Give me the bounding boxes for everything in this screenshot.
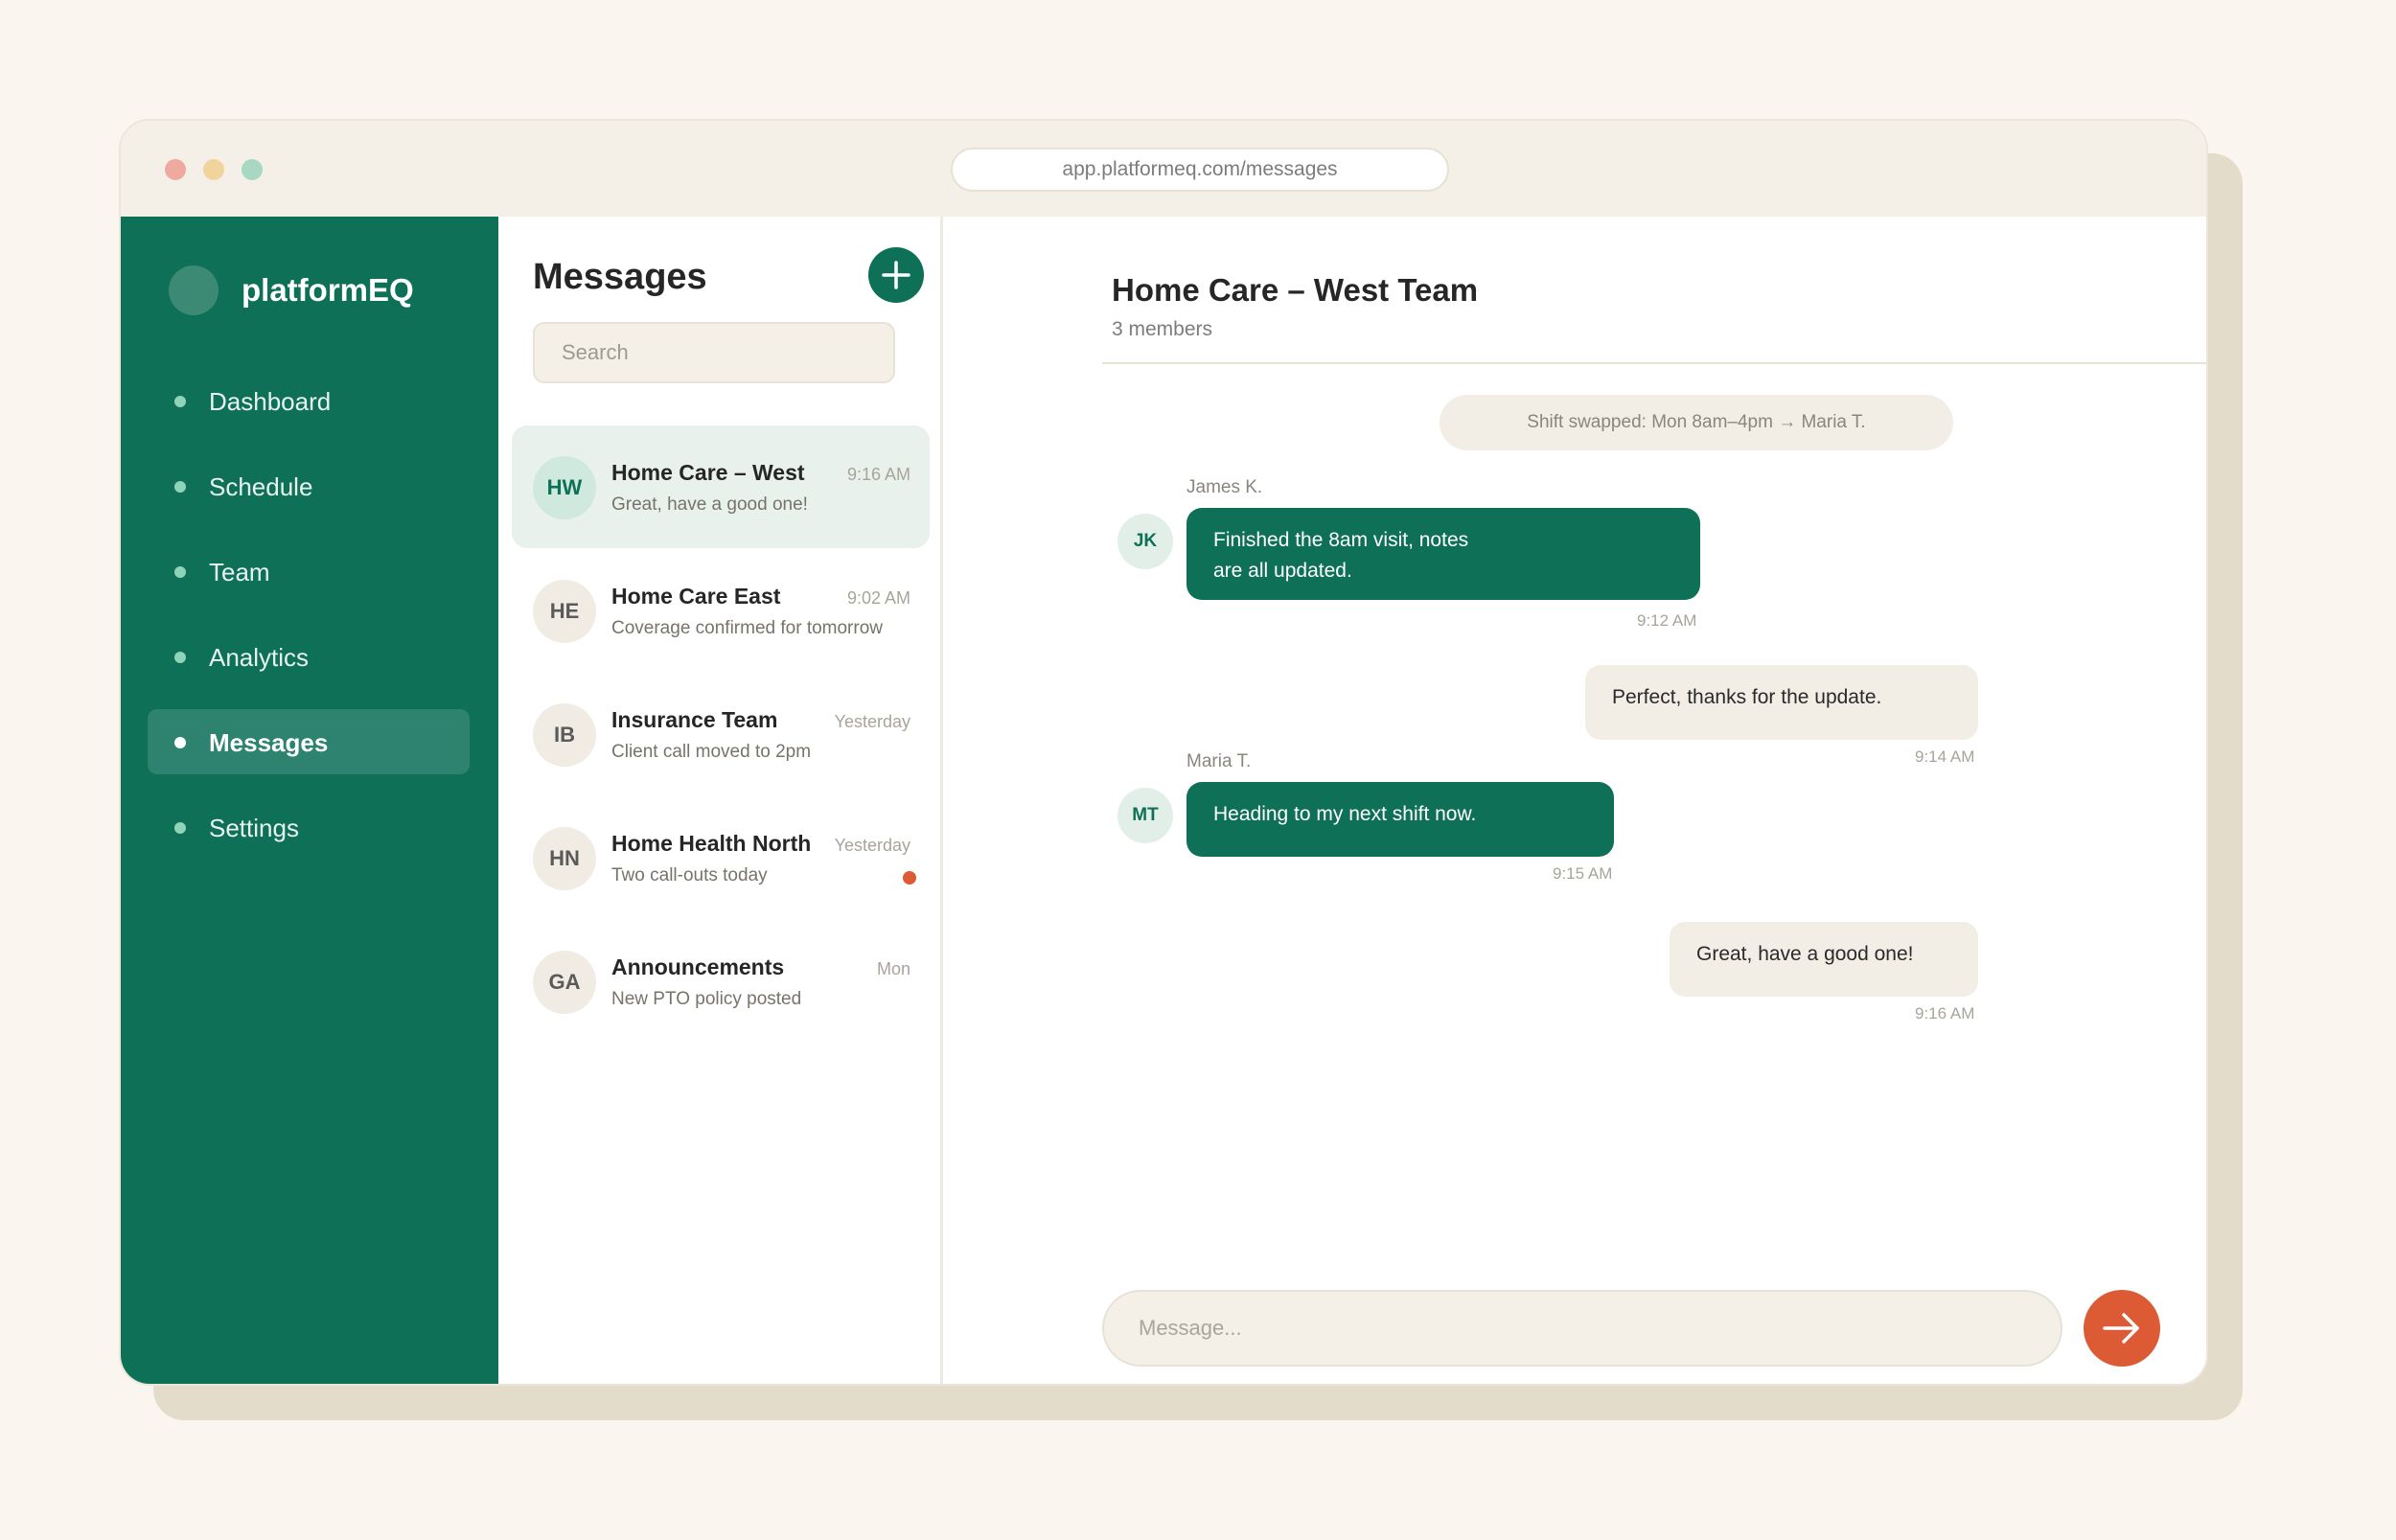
bullet-icon — [174, 481, 186, 493]
unread-indicator — [903, 871, 916, 885]
send-button[interactable] — [2084, 1290, 2160, 1367]
message-sender: James K. — [1186, 477, 1263, 497]
sidebar-item-label: Messages — [209, 728, 329, 757]
chat-member-count: 3 members — [1112, 318, 1213, 340]
avatar: GA — [533, 951, 596, 1014]
message-sender: Maria T. — [1186, 751, 1252, 771]
conversation-time: Yesterday — [834, 836, 910, 855]
maximize-window-dot[interactable] — [242, 159, 263, 180]
bullet-icon — [174, 566, 186, 578]
sidebar-item-label: Dashboard — [209, 387, 332, 416]
conversation-preview: Coverage confirmed for tomorrow — [611, 618, 883, 638]
avatar: JK — [1117, 514, 1173, 569]
search-input[interactable] — [533, 322, 895, 383]
message-bubble-outgoing: Perfect, thanks for the update. — [1585, 665, 1978, 740]
close-window-dot[interactable] — [165, 159, 186, 180]
app-window: app.platformeq.com/messages platformEQ D… — [119, 119, 2208, 1386]
sidebar-item-schedule[interactable]: Schedule — [148, 453, 470, 518]
system-message: Shift swapped: Mon 8am–4pm → Maria T. — [1440, 395, 1953, 450]
bullet-icon — [174, 652, 186, 663]
conversation-name: Insurance Team — [611, 707, 778, 732]
message-time: 9:15 AM — [1553, 864, 1613, 883]
conversation-time: Yesterday — [834, 712, 910, 731]
conversation-preview: Client call moved to 2pm — [611, 742, 812, 762]
address-bar[interactable]: app.platformeq.com/messages — [951, 148, 1449, 192]
plus-icon — [868, 247, 924, 303]
sidebar-item-dashboard[interactable]: Dashboard — [148, 368, 470, 433]
sidebar-item-label: Analytics — [209, 643, 310, 672]
message-time: 9:16 AM — [1915, 1004, 1975, 1023]
new-message-button[interactable] — [868, 247, 924, 303]
message-bubble-incoming: Finished the 8am visit, notes are all up… — [1186, 508, 1700, 600]
brand-logo — [169, 265, 219, 315]
bullet-icon — [174, 396, 186, 407]
conversation-item-home-care-east[interactable]: HE Home Care East 9:02 AM Coverage confi… — [512, 549, 930, 672]
avatar: HE — [533, 580, 596, 643]
sidebar-item-label: Team — [209, 558, 270, 586]
message-time: 9:14 AM — [1915, 747, 1975, 766]
browser-titlebar: app.platformeq.com/messages — [121, 121, 2206, 217]
sidebar-item-team[interactable]: Team — [148, 539, 470, 604]
conversation-list-pane: Messages HW Home Care – West 9:16 AM Gre… — [498, 217, 943, 1384]
sidebar-item-settings[interactable]: Settings — [148, 794, 470, 860]
conversation-name: Home Care – West — [611, 460, 805, 485]
conversation-name: Announcements — [611, 954, 785, 979]
conversation-time: 9:02 AM — [846, 588, 910, 608]
minimize-window-dot[interactable] — [203, 159, 224, 180]
conversation-time: 9:16 AM — [846, 465, 910, 484]
conversation-name: Home Care East — [611, 584, 781, 609]
message-input[interactable] — [1102, 1290, 2062, 1367]
sidebar: platformEQ Dashboard Schedule Team Analy… — [121, 217, 498, 1384]
conversation-preview: New PTO policy posted — [611, 989, 802, 1009]
conversation-name: Home Health North — [611, 831, 812, 856]
conversation-item-home-care-west[interactable]: HW Home Care – West 9:16 AM Great, have … — [512, 425, 930, 548]
message-text: Finished the 8am visit, notes — [1213, 529, 1469, 551]
avatar: HW — [533, 456, 596, 519]
avatar: HN — [533, 827, 596, 890]
sidebar-item-analytics[interactable]: Analytics — [148, 624, 470, 689]
sidebar-item-label: Schedule — [209, 472, 313, 501]
arrow-right-icon — [2084, 1290, 2160, 1367]
bullet-icon — [174, 822, 186, 834]
avatar: IB — [533, 703, 596, 767]
bullet-icon — [174, 737, 186, 748]
message-time: 9:12 AM — [1637, 611, 1697, 630]
page-title: Messages — [533, 257, 707, 297]
conversation-item-insurance-team[interactable]: IB Insurance Team Yesterday Client call … — [512, 673, 930, 795]
divider — [1102, 362, 2206, 364]
chat-pane: Home Care – West Team 3 members Shift sw… — [943, 217, 2206, 1384]
conversation-preview: Two call-outs today — [611, 865, 768, 885]
chat-title: Home Care – West Team — [1112, 272, 1479, 308]
brand-name: platformEQ — [242, 272, 414, 308]
avatar: MT — [1117, 788, 1173, 843]
conversation-time: Mon — [876, 959, 910, 978]
message-bubble-incoming: Heading to my next shift now. — [1186, 782, 1614, 857]
conversation-preview: Great, have a good one! — [611, 494, 808, 515]
message-text: are all updated. — [1213, 560, 1352, 582]
sidebar-item-messages[interactable]: Messages — [148, 709, 470, 774]
conversation-item-announcements[interactable]: GA Announcements Mon New PTO policy post… — [512, 920, 930, 1043]
message-bubble-outgoing: Great, have a good one! — [1670, 922, 1978, 997]
sidebar-item-label: Settings — [209, 814, 299, 842]
conversation-item-home-health-north[interactable]: HN Home Health North Yesterday Two call-… — [512, 796, 930, 919]
